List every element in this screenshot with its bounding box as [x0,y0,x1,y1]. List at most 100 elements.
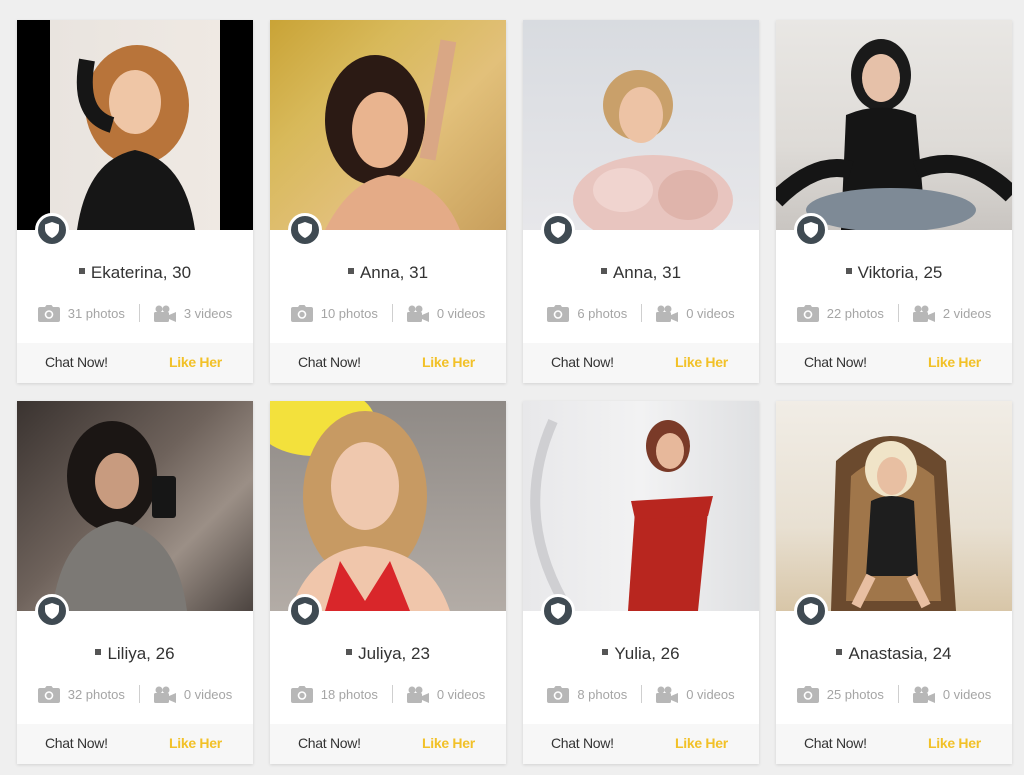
shield-icon [298,603,312,619]
verified-badge [35,594,69,628]
verified-badge [541,594,575,628]
media-stats: 8 photos 0 videos [523,684,759,704]
online-indicator [845,268,852,274]
profile-card[interactable]: Anastasia, 24 25 photos 0 videos Chat No… [776,401,1012,764]
video-camera-icon [656,686,679,703]
shield-icon [298,222,312,238]
chat-now-button[interactable]: Chat Now! [298,354,361,370]
verified-badge [794,213,828,247]
video-camera-icon [656,305,679,322]
online-indicator [78,268,85,274]
profile-photo[interactable] [523,20,759,230]
chat-now-button[interactable]: Chat Now! [551,735,614,751]
photos-count[interactable]: 8 photos [547,685,627,703]
photos-count[interactable]: 31 photos [37,304,125,322]
media-stats: 6 photos 0 videos [523,303,759,323]
profile-card[interactable]: Anna, 31 10 photos 0 videos Chat Now! Li… [270,20,506,383]
videos-count[interactable]: 2 videos [912,305,991,322]
stats-divider [138,304,140,322]
media-stats: 31 photos 3 videos [17,303,253,323]
photos-count[interactable]: 25 photos [796,685,884,703]
profile-name: Ekaterina, 30 [17,261,253,285]
photos-count[interactable]: 10 photos [290,304,378,322]
online-indicator [600,268,607,274]
profile-photo[interactable] [270,401,506,611]
profile-card[interactable]: Anna, 31 6 photos 0 videos Chat Now! Lik… [523,20,759,383]
profile-photo[interactable] [776,401,1012,611]
like-her-button[interactable]: Like Her [422,735,475,751]
profile-name: Anna, 31 [523,261,759,285]
camera-icon [37,304,60,322]
video-camera-icon [912,686,935,703]
chat-now-button[interactable]: Chat Now! [45,735,108,751]
camera-icon [37,685,60,703]
like-her-button[interactable]: Like Her [169,354,222,370]
profile-name-text: Anna, 31 [359,263,429,282]
media-stats: 22 photos 2 videos [776,303,1012,323]
video-camera-icon [912,305,935,322]
chat-now-button[interactable]: Chat Now! [45,354,108,370]
profile-card[interactable]: Viktoria, 25 22 photos 2 videos Chat Now… [776,20,1012,383]
camera-icon [547,685,570,703]
profile-card[interactable]: Ekaterina, 30 31 photos 3 videos Chat No… [17,20,253,383]
profile-card[interactable]: Liliya, 26 32 photos 0 videos Chat Now! … [17,401,253,764]
chat-now-button[interactable]: Chat Now! [298,735,361,751]
photos-count[interactable]: 6 photos [547,304,627,322]
verified-badge [288,594,322,628]
verified-badge [35,213,69,247]
photos-count[interactable]: 32 photos [37,685,125,703]
profile-name: Anastasia, 24 [776,642,1012,666]
profile-name: Anna, 31 [270,261,506,285]
verified-badge [288,213,322,247]
card-actions: Chat Now! Like Her [17,724,253,764]
profile-name-text: Viktoria, 25 [857,263,943,282]
profile-photo[interactable] [523,401,759,611]
videos-count[interactable]: 0 videos [406,686,485,703]
like-her-button[interactable]: Like Her [422,354,475,370]
profile-name-text: Ekaterina, 30 [90,263,192,282]
video-camera-icon [406,305,429,322]
profile-name-text: Anna, 31 [612,263,682,282]
like-her-button[interactable]: Like Her [928,354,981,370]
online-indicator [347,268,354,274]
camera-icon [547,304,570,322]
card-actions: Chat Now! Like Her [523,724,759,764]
camera-icon [290,304,313,322]
videos-count[interactable]: 0 videos [153,686,232,703]
like-her-button[interactable]: Like Her [675,354,728,370]
online-indicator [602,649,609,655]
stats-divider [641,304,643,322]
video-camera-icon [406,686,429,703]
profile-photo[interactable] [17,401,253,611]
card-actions: Chat Now! Like Her [523,343,759,383]
videos-count[interactable]: 0 videos [406,305,485,322]
profile-photo[interactable] [270,20,506,230]
chat-now-button[interactable]: Chat Now! [551,354,614,370]
like-her-button[interactable]: Like Her [675,735,728,751]
verified-badge [794,594,828,628]
videos-count[interactable]: 0 videos [912,686,991,703]
profile-card[interactable]: Yulia, 26 8 photos 0 videos Chat Now! Li… [523,401,759,764]
like-her-button[interactable]: Like Her [928,735,981,751]
like-her-button[interactable]: Like Her [169,735,222,751]
online-indicator [346,649,353,655]
shield-icon [551,222,565,238]
profile-card[interactable]: Juliya, 23 18 photos 0 videos Chat Now! … [270,401,506,764]
videos-count[interactable]: 0 videos [656,686,735,703]
videos-count[interactable]: 0 videos [656,305,735,322]
profile-name: Viktoria, 25 [776,261,1012,285]
profile-photo[interactable] [776,20,1012,230]
chat-now-button[interactable]: Chat Now! [804,735,867,751]
verified-badge [541,213,575,247]
media-stats: 18 photos 0 videos [270,684,506,704]
profile-photo[interactable] [17,20,253,230]
photos-count[interactable]: 22 photos [796,304,884,322]
media-stats: 25 photos 0 videos [776,684,1012,704]
profile-name-text: Anastasia, 24 [848,644,952,663]
profile-name-text: Juliya, 23 [358,644,430,663]
photos-count[interactable]: 18 photos [290,685,378,703]
card-actions: Chat Now! Like Her [776,343,1012,383]
chat-now-button[interactable]: Chat Now! [804,354,867,370]
videos-count[interactable]: 3 videos [153,305,232,322]
shield-icon [804,603,818,619]
